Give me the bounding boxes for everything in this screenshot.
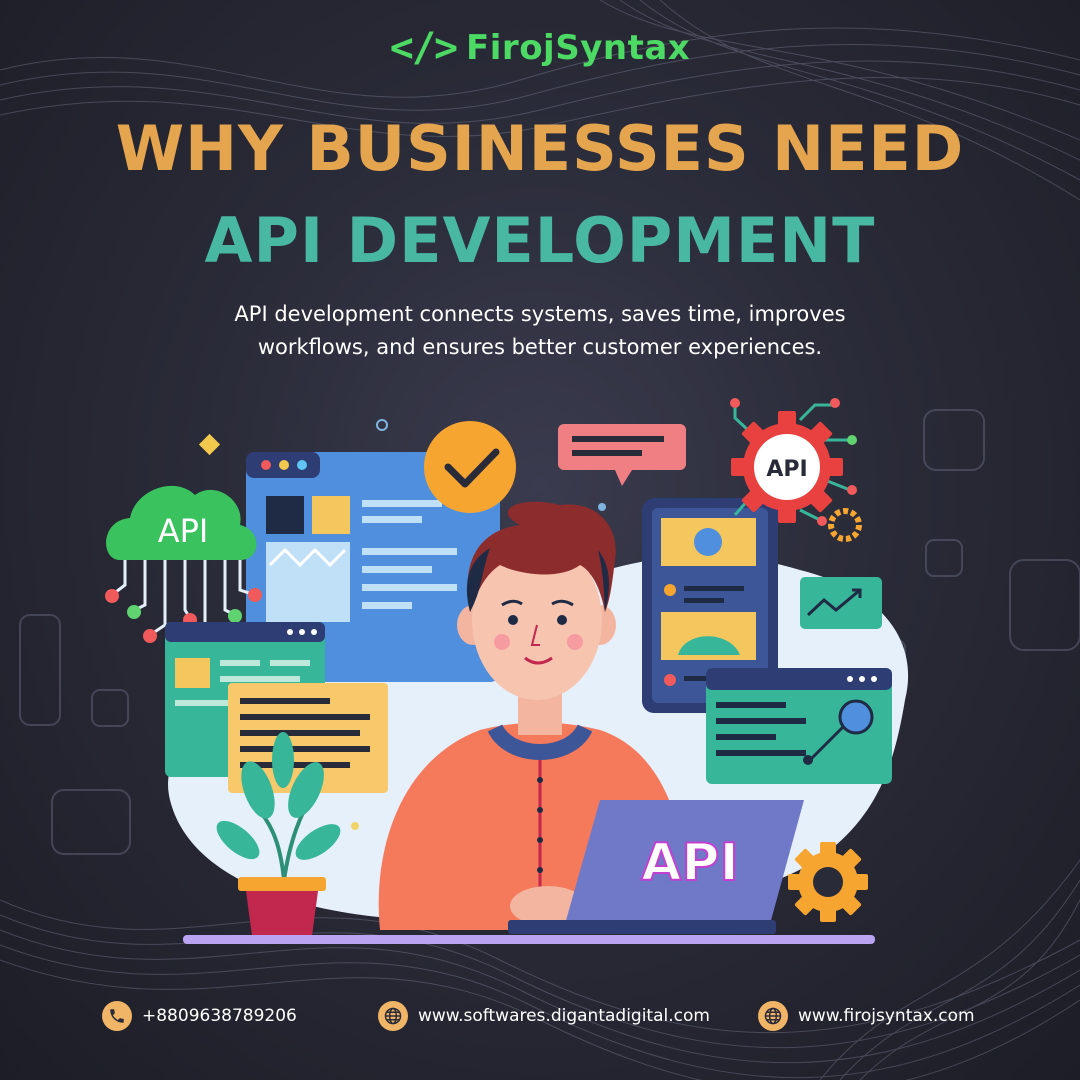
footer-website-2[interactable]: www.firojsyntax.com [758, 1001, 975, 1031]
website-link-2[interactable]: www.firojsyntax.com [798, 1006, 975, 1026]
globe-icon [758, 1001, 788, 1031]
laptop-api-label: API [641, 833, 739, 893]
website-link-1[interactable]: www.softwares.digantadigital.com [418, 1006, 710, 1026]
footer-website-1[interactable]: www.softwares.digantadigital.com [378, 1001, 710, 1031]
developer-illustration: API API API [105, 398, 909, 944]
code-window-right [706, 668, 892, 784]
decor-dot [351, 822, 359, 830]
checkmark-badge-icon [424, 421, 516, 513]
decor-dot [376, 419, 388, 431]
cloud-api-label: API [158, 512, 209, 550]
phone-icon [102, 1001, 132, 1031]
api-cloud-icon: API [105, 485, 262, 643]
gear-api-label: API [766, 457, 807, 482]
decor-dot [598, 503, 606, 511]
footer-phone[interactable]: +8809638789206 [102, 1001, 297, 1031]
phone-number: +8809638789206 [142, 1006, 297, 1026]
decor-diamond [198, 433, 221, 456]
globe-icon [378, 1001, 408, 1031]
gear-icon [788, 842, 868, 922]
chat-bubble-icon [558, 424, 686, 486]
desk-surface [183, 935, 875, 944]
poster: </> FirojSyntax WHY BUSINESSES NEED API … [0, 0, 1080, 1080]
